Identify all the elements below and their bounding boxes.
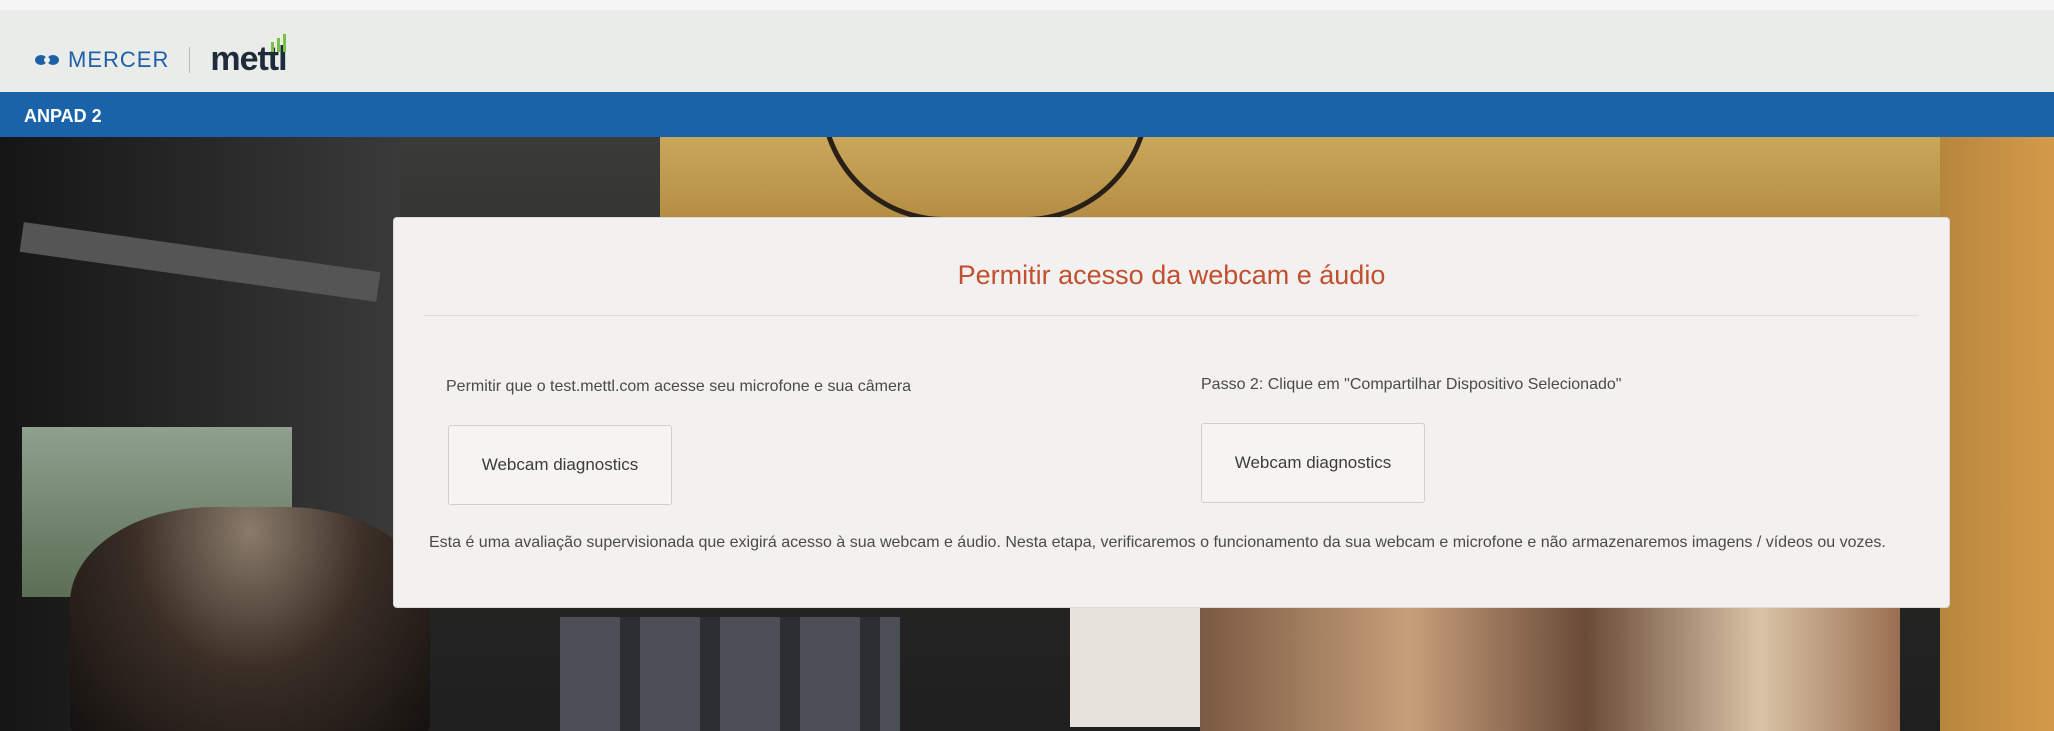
webcam-permission-dialog: Permitir acesso da webcam e áudio Permit… (393, 217, 1950, 608)
mettl-bars-icon (270, 34, 286, 52)
mettl-logo: mettl (210, 34, 288, 79)
bg-cups (560, 617, 900, 731)
dialog-title: Permitir acesso da webcam e áudio (957, 260, 1386, 290)
top-header: MERCER mettl (0, 0, 2054, 92)
exam-title: ANPAD 2 (24, 106, 102, 126)
exam-nav-bar: ANPAD 2 (0, 92, 2054, 137)
bg-right-wall (1940, 137, 2054, 731)
logo-divider (189, 46, 191, 73)
brand-logos: MERCER mettl (34, 34, 288, 79)
mercer-logo-icon (35, 54, 59, 65)
info-text: Esta é uma avaliação supervisionada que … (429, 534, 1886, 551)
webcam-diagnostics-button-2[interactable]: Webcam diagnostics (1201, 423, 1425, 503)
webcam-diagnostics-button-1[interactable]: Webcam diagnostics (448, 425, 672, 505)
step2-instruction: Passo 2: Clique em "Compartilhar Disposi… (1201, 376, 1622, 393)
step1-instruction: Permitir que o test.mettl.com acesse seu… (446, 378, 912, 395)
mercer-logo-text: MERCER (68, 46, 170, 72)
bg-mug (70, 507, 430, 731)
dialog-separator (424, 315, 1919, 316)
bg-people (1200, 607, 1900, 731)
